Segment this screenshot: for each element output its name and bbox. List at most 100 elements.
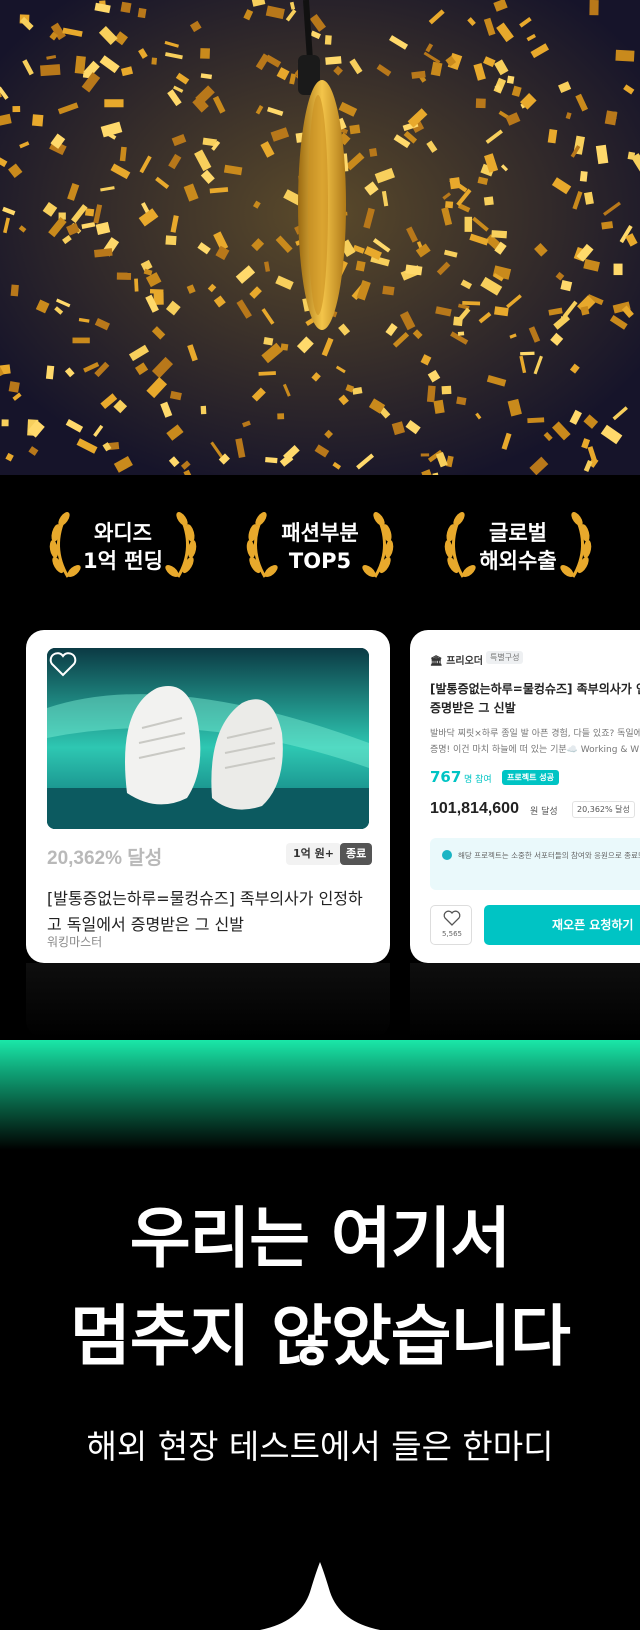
confetti-piece [324,35,332,45]
confetti-piece [462,300,481,306]
confetti-piece [420,453,430,457]
confetti-piece [134,278,139,292]
confetti-illustration [0,0,640,475]
detail-description: 발바닥 찌릿×하루 종일 발 아픈 경험, 다들 있죠? 독일에 증명! 이건 … [430,726,640,758]
shoe-image [47,648,369,829]
brand-badge: 특별구성 [486,651,524,664]
confetti-piece [1,419,9,427]
confetti-piece [613,263,623,276]
detail-title-line1: [발통증없는하루=물컹슈즈] 족부의사가 인 [430,682,640,696]
confetti-piece [277,413,285,420]
confetti-piece [561,316,566,323]
confetti-piece [200,405,207,415]
detail-title-line2: 증명받은 그 신발 [430,701,516,715]
confetti-piece [449,177,461,190]
detail-desc-line1: 발바닥 찌릿×하루 종일 발 아픈 경험, 다들 있죠? 독일에 [430,729,640,739]
confetti-piece [12,106,21,113]
speech-bubble-tail-icon [260,1562,380,1630]
funding-percent-badge: 20,362% 달성 [572,801,635,818]
project-title[interactable]: [발통증없는하루=물컹슈즈] 족부의사가 인정하고 독일에서 증명받은 그 신발 [47,886,367,938]
confetti-piece [527,417,545,424]
success-badge: 프로젝트 성공 [502,770,559,785]
confetti-piece [325,56,342,65]
award-line2: TOP5 [288,549,352,573]
info-icon [442,850,452,860]
heart-icon [443,910,461,926]
brand-label: 🏛 프리오더 [430,656,483,667]
confetti-piece [151,57,158,65]
confetti-piece [10,284,19,297]
ended-notice: 해당 프로젝트는 소중한 서포터들의 참여와 응원으로 종료되었습니다. [430,838,640,890]
maker-name[interactable]: 워킹마스터 [47,933,102,950]
award-fashion: 패션부분 TOP5 [245,507,395,587]
confetti-piece [475,98,486,109]
confetti-piece [615,49,635,62]
funding-amount-unit: 원 달성 [530,807,558,817]
status-badge: 종료 [340,843,373,865]
detail-title[interactable]: [발통증없는하루=물컹슈즈] 족부의사가 인 증명받은 그 신발 [430,680,640,718]
confetti-piece [104,99,124,108]
award-funding: 와디즈 1억 펀딩 [48,507,198,587]
confetti-piece [382,285,395,296]
confetti-piece [355,260,366,272]
project-cards-area: 20,362% 달성 1억 원+ 종료 [발통증없는하루=물컹슈즈] 족부의사가… [0,615,640,1040]
confetti-piece [120,1,132,14]
project-card[interactable]: 20,362% 달성 1억 원+ 종료 [발통증없는하루=물컹슈즈] 족부의사가… [26,630,390,963]
confetti-piece [349,124,361,135]
awards-row: 와디즈 1억 펀딩 패션부분 TOP5 글로벌 해외수출 [0,475,640,615]
headline-section: 우리는 여기서 멈추지 않았습니다 해외 현장 테스트에서 들은 한마디 [0,1150,640,1630]
card-reflection [410,963,640,1038]
like-count: 5,565 [441,930,463,938]
notice-text: 해당 프로젝트는 소중한 서포터들의 참여와 응원으로 종료되었습니다. [458,851,640,860]
confetti-piece [45,365,55,380]
confetti-piece [457,331,465,336]
like-button[interactable]: 5,565 [430,905,472,945]
funding-amount: 101,814,600 [430,800,519,817]
heart-icon[interactable] [47,648,79,680]
headline-line2: 멈추지 않았습니다 [70,1298,571,1375]
award-line1: 글로벌 [489,521,547,545]
card-reflection [26,963,390,1038]
award-line2: 1억 펀딩 [83,549,163,573]
detail-desc-line2: 증명! 이건 마치 하늘에 떠 있는 기분☁️ Working & W [430,745,640,755]
award-line2: 해외수출 [479,549,557,573]
confetti-piece [31,114,44,127]
confetti-piece [116,272,132,280]
subheadline: 해외 현장 테스트에서 들은 한마디 [86,1427,554,1466]
confetti-piece [483,196,494,206]
confetti-piece [589,0,599,16]
supporter-count: 767 [430,768,462,786]
award-global: 글로벌해외수출 [443,507,593,587]
confetti-piece [85,208,95,217]
confetti-piece [200,48,210,59]
confetti-piece [165,235,177,246]
confetti-piece [445,201,454,209]
hero-confetti-image [0,0,640,475]
amount-tag: 1억 원+ [286,843,341,865]
gradient-divider [0,1040,640,1150]
confetti-piece [369,147,378,157]
headline: 우리는 여기서 멈추지 않았습니다 [0,1190,640,1386]
confetti-piece [464,216,473,232]
confetti-piece [72,337,90,344]
confetti-piece [8,381,20,393]
award-line1: 와디즈 [94,521,152,545]
confetti-piece [137,7,147,19]
confetti-piece [40,64,61,77]
confetti-piece [433,399,445,414]
confetti-piece [265,456,278,464]
confetti-piece [426,385,436,403]
confetti-piece [491,230,508,239]
confetti-piece [579,170,588,182]
confetti-piece [627,151,636,160]
achievement-percent: 20,362% 달성 [47,848,163,869]
confetti-piece [441,385,452,395]
brand-text: 프리오더 [446,656,483,667]
reopen-request-button[interactable]: 재오픈 요청하기 [484,905,640,945]
supporter-unit: 명 참여 [464,775,492,785]
confetti-piece [149,288,164,294]
project-detail-card[interactable]: 🏛 프리오더 특별구성 [발통증없는하루=물컹슈즈] 족부의사가 인 증명받은 … [410,630,640,963]
award-line1: 패션부분 [281,521,359,545]
headline-line1: 우리는 여기서 [129,1200,511,1277]
confetti-piece [506,75,515,84]
